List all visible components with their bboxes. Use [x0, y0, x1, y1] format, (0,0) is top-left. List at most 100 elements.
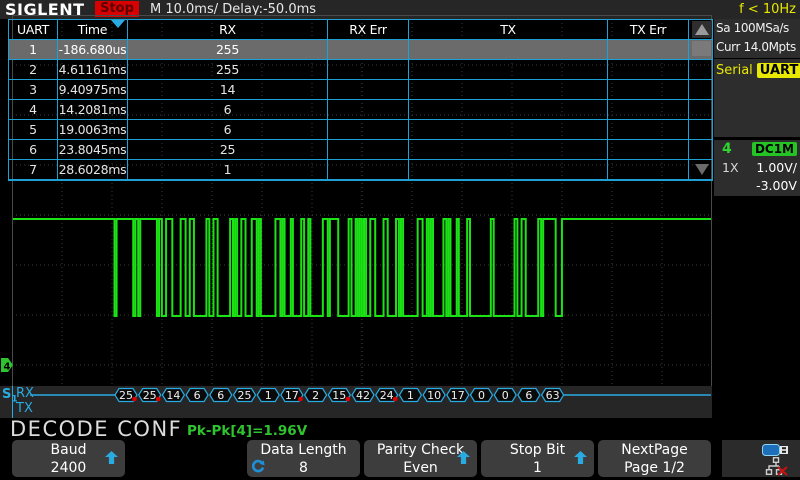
decode-event-table: UARTTimeRXRX ErrTXTX Err1-186.680us25524… [8, 19, 713, 181]
table-cell: 14 [128, 80, 328, 99]
column-header-time[interactable]: Time [58, 20, 128, 39]
table-cell [328, 120, 409, 139]
table-cell: 6 [128, 120, 328, 139]
table-row[interactable]: 1-186.680us255 [9, 40, 712, 60]
vertical-offset: -3.00V [756, 178, 797, 193]
table-cell [608, 160, 689, 179]
table-cell: 5 [9, 120, 58, 139]
table-row[interactable]: 39.40975ms14 [9, 80, 712, 100]
softkey-stop-bit[interactable]: Stop Bit 1 [481, 440, 594, 477]
column-header-tx[interactable]: TX [409, 20, 608, 39]
sample-rate: Sa 100MSa/s [716, 19, 800, 38]
table-cell [608, 40, 689, 59]
table-cell [409, 60, 608, 79]
oscilloscope-screen: SIGLENT Stop M 10.0ms/ Delay:-50.0ms f <… [0, 0, 800, 480]
table-cell [409, 140, 608, 159]
decode-bus-strip: S1 RX TX [0, 386, 712, 418]
table-row[interactable]: 728.6028ms1 [9, 160, 712, 180]
rx-bus-label: RX [16, 386, 34, 402]
channel4-level-marker[interactable] [1, 358, 13, 372]
lan-disconnected-icon [765, 457, 789, 476]
table-cell: 19.0063ms [58, 120, 128, 139]
table-cell: 6 [9, 140, 58, 159]
table-cell [409, 100, 608, 119]
table-cell [608, 140, 689, 159]
rotate-icon [250, 459, 266, 475]
table-cell: 25 [128, 140, 328, 159]
scroll-up-button[interactable] [692, 21, 712, 38]
table-cell [409, 160, 608, 179]
table-cell [328, 160, 409, 179]
top-status-bar: SIGLENT Stop M 10.0ms/ Delay:-50.0ms f <… [0, 0, 800, 19]
table-row[interactable]: 414.2081ms6 [9, 100, 712, 120]
serial-protocol-badge: UART [757, 63, 800, 78]
table-cell: 2 [9, 60, 58, 79]
table-cell: 255 [128, 60, 328, 79]
table-cell: -186.680us [58, 40, 128, 59]
table-scrollbar[interactable] [691, 20, 712, 179]
softkey-parity-check[interactable]: Parity Check Even [364, 440, 477, 477]
table-cell: 1 [9, 40, 58, 59]
triangle-down-icon [695, 164, 709, 175]
frequency-counter: f < 10Hz [739, 0, 796, 19]
column-header-uart[interactable]: UART [9, 20, 58, 39]
pkpk-measurement: Pk-Pk[4]=1.96V [187, 423, 307, 439]
softkey-value: Page 1/2 [598, 459, 711, 477]
table-row[interactable]: 24.61161ms255 [9, 60, 712, 80]
column-header-rx[interactable]: RX [128, 20, 328, 39]
channel-number: 4 [722, 141, 732, 157]
table-cell [328, 140, 409, 159]
vertical-scale: 1.00V/ [756, 160, 797, 175]
triangle-up-icon [695, 24, 709, 35]
table-cell [608, 120, 689, 139]
probe-attenuation: 1X [722, 160, 739, 175]
table-cell: 14.2081ms [58, 100, 128, 119]
svg-text:4: 4 [4, 362, 11, 373]
acquisition-info-panel: Sa 100MSa/s Curr 14.0Mpts [714, 19, 800, 58]
softkey-value: Even [364, 459, 477, 477]
table-cell [608, 60, 689, 79]
softkey-value: 1 [481, 459, 594, 477]
sort-descending-icon [111, 20, 125, 28]
timebase-readout[interactable]: M 10.0ms/ Delay:-50.0ms [150, 0, 316, 19]
softkey-baud[interactable]: Baud 2400 [12, 440, 125, 477]
usb-storage-icon [762, 443, 790, 457]
tx-bus-label: TX [16, 401, 33, 417]
softkey-label: NextPage [598, 441, 711, 459]
table-cell: 28.6028ms [58, 160, 128, 179]
serial-decode-panel[interactable]: Serial UART [714, 59, 800, 137]
table-cell [409, 120, 608, 139]
memory-depth: Curr 14.0Mpts [716, 38, 800, 57]
table-cell [409, 80, 608, 99]
table-cell [409, 40, 608, 59]
table-cell [328, 80, 409, 99]
table-row[interactable]: 623.8045ms25 [9, 140, 712, 160]
table-cell: 4.61161ms [58, 60, 128, 79]
table-cell: 255 [128, 40, 328, 59]
scroll-thumb[interactable] [692, 41, 711, 56]
table-cell [608, 80, 689, 99]
softkey-next-page[interactable]: NextPage Page 1/2 [598, 440, 711, 477]
column-header-tx-err[interactable]: TX Err [608, 20, 689, 39]
table-cell [328, 100, 409, 119]
serial-label: Serial [716, 63, 753, 78]
table-cell: 4 [9, 100, 58, 119]
bus-divider-line [12, 386, 13, 418]
table-cell: 23.8045ms [58, 140, 128, 159]
table-row[interactable]: 519.0063ms6 [9, 120, 712, 140]
softkey-value: 2400 [12, 459, 125, 477]
column-header-rx-err[interactable]: RX Err [328, 20, 409, 39]
table-cell [328, 40, 409, 59]
table-cell: 1 [128, 160, 328, 179]
scroll-down-button[interactable] [692, 161, 712, 177]
acquisition-state-badge[interactable]: Stop [95, 1, 139, 17]
table-cell [328, 60, 409, 79]
menu-title: DECODE CONF [10, 417, 182, 441]
softkey-data-length[interactable]: Data Length 8 [247, 440, 360, 477]
uart-trace [13, 219, 711, 316]
channel4-panel[interactable]: 4 DC1M 1X 1.00V/ -3.00V [714, 140, 800, 196]
softkey-label: Data Length [247, 441, 360, 459]
table-cell: 9.40975ms [58, 80, 128, 99]
table-header-row: UARTTimeRXRX ErrTXTX Err [9, 20, 712, 40]
status-icons-panel [722, 440, 800, 477]
